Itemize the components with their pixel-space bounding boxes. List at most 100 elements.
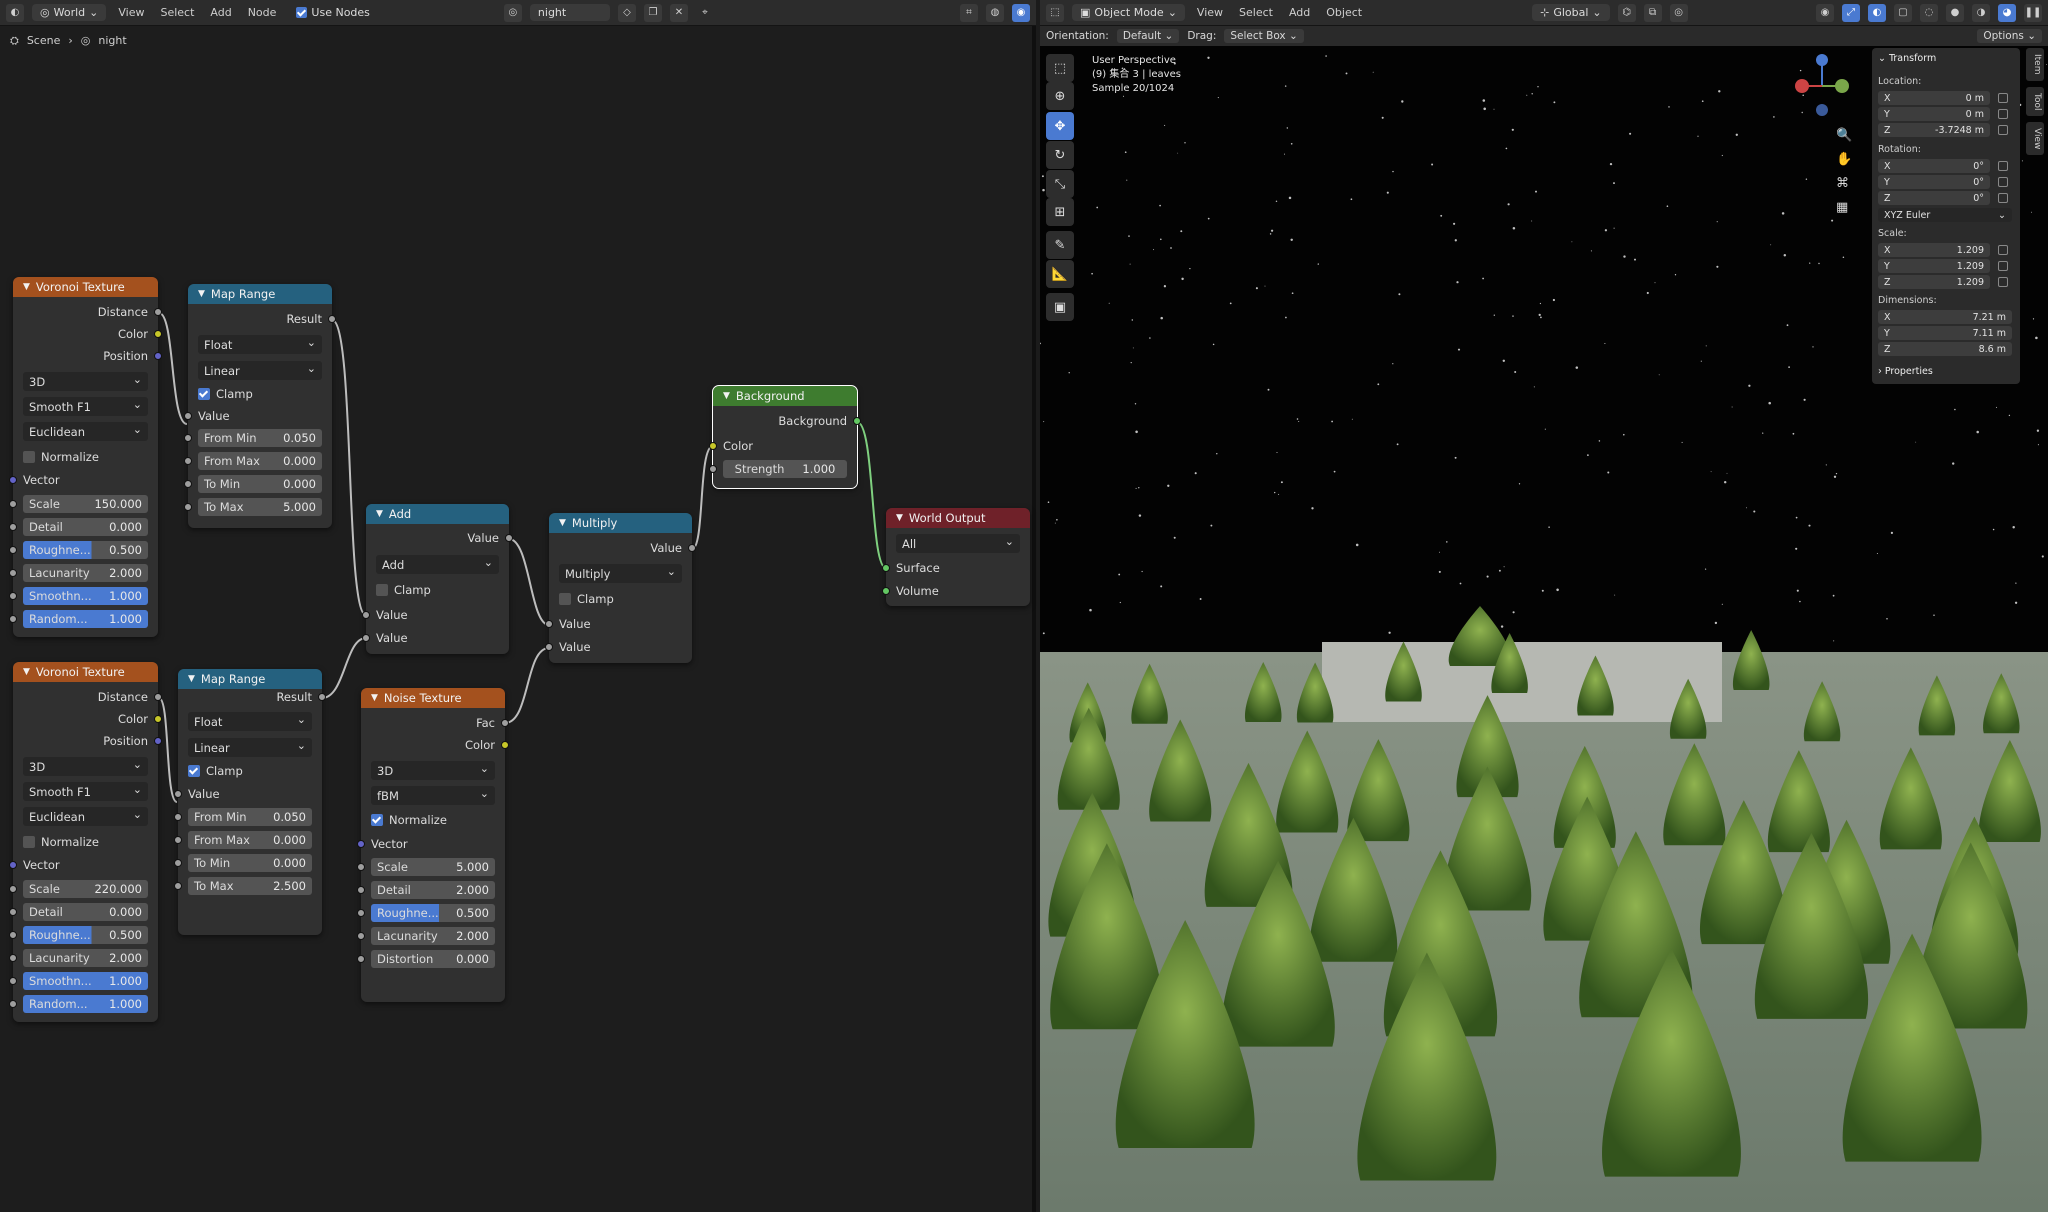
node-header[interactable]: ▼ Add bbox=[366, 504, 509, 524]
distortion-field[interactable]: Distortion 0.000 bbox=[357, 950, 495, 968]
color-socket[interactable] bbox=[709, 442, 717, 450]
cursor-tool-icon[interactable]: ⊕ bbox=[1046, 82, 1074, 110]
wireframe-shading-icon[interactable]: ◌ bbox=[1920, 3, 1938, 22]
chevron-down-icon[interactable]: ▼ bbox=[23, 667, 30, 677]
input-socket[interactable] bbox=[9, 1000, 17, 1008]
world-output-node[interactable]: ▼World Output All Surface Volume bbox=[882, 508, 1030, 606]
node-header[interactable]: ▼ Multiply bbox=[549, 513, 692, 533]
node-header[interactable]: ▼ Voronoi Texture bbox=[13, 277, 158, 297]
target-dropdown[interactable]: All bbox=[896, 534, 1020, 553]
snap-icon[interactable]: ⧉ bbox=[1643, 3, 1662, 22]
dimensions-z-field[interactable]: Z 8.6 m bbox=[1878, 342, 2012, 356]
input-socket[interactable] bbox=[174, 836, 182, 844]
input-socket[interactable] bbox=[174, 813, 182, 821]
color-socket[interactable] bbox=[501, 741, 509, 749]
input-socket[interactable] bbox=[9, 954, 17, 962]
math-multiply-node[interactable]: ▼Multiply Value Multiply Clamp Value Val… bbox=[545, 513, 696, 663]
scale-field[interactable]: Scale 5.000 bbox=[357, 858, 495, 876]
map-range-node-1[interactable]: ▼Map Range Result Float Linear Clamp Val… bbox=[184, 284, 336, 528]
scale-field[interactable]: Scale 220.000 bbox=[9, 880, 148, 898]
transform-tool-icon[interactable]: ⊞ bbox=[1046, 198, 1074, 226]
roughness-field[interactable]: Roughne... 0.500 bbox=[9, 541, 148, 559]
select-box-tool-icon[interactable]: ⬚ bbox=[1046, 54, 1074, 82]
snap-icon[interactable]: ⌗ bbox=[960, 3, 978, 22]
world-browse-icon[interactable]: ◎ bbox=[503, 3, 522, 22]
chevron-down-icon[interactable]: ▼ bbox=[896, 513, 903, 523]
x-axis-icon[interactable] bbox=[1795, 79, 1809, 93]
chevron-down-icon[interactable]: ▼ bbox=[376, 509, 383, 519]
pause-icon[interactable]: ❚❚ bbox=[2024, 3, 2042, 22]
feature-dropdown[interactable]: Smooth F1 bbox=[23, 782, 148, 801]
map-range-node-2[interactable]: ▼Map Range Result Float Linear Clamp Val… bbox=[174, 669, 326, 935]
duplicate-icon[interactable]: ❐ bbox=[643, 3, 662, 22]
input-socket[interactable] bbox=[174, 859, 182, 867]
operation-dropdown[interactable]: Multiply bbox=[559, 564, 682, 583]
menu-add[interactable]: Add bbox=[1285, 4, 1314, 21]
math-add-node[interactable]: ▼Add Value Add Clamp Value Value bbox=[362, 504, 513, 654]
lacunarity-field[interactable]: Lacunarity 2.000 bbox=[9, 949, 148, 967]
voronoi-texture-node-1[interactable]: ▼ Voronoi Texture Distance Color Position… bbox=[9, 277, 162, 637]
lacunarity-field[interactable]: Lacunarity 2.000 bbox=[357, 927, 495, 945]
input-socket[interactable] bbox=[9, 615, 17, 623]
scale-y-field[interactable]: Y 1.209 bbox=[1878, 259, 1990, 273]
node-header[interactable]: ▼ Map Range bbox=[178, 669, 322, 689]
from-min-field[interactable]: From Min 0.050 bbox=[184, 429, 322, 447]
rotation-x-field[interactable]: X 0° bbox=[1878, 159, 1990, 173]
node-header[interactable]: ▼ Background bbox=[713, 386, 857, 406]
lock-icon[interactable] bbox=[1998, 261, 2008, 271]
chevron-down-icon[interactable]: ▼ bbox=[559, 518, 566, 528]
strength-field[interactable]: Strength 1.000 bbox=[709, 460, 847, 478]
smoothness-field[interactable]: Smoothn... 1.000 bbox=[9, 587, 148, 605]
pan-icon[interactable]: ✋ bbox=[1836, 148, 1852, 172]
overlay-icon[interactable]: ◍ bbox=[986, 3, 1004, 22]
chevron-down-icon[interactable]: ▼ bbox=[198, 289, 205, 299]
menu-object[interactable]: Object bbox=[1322, 4, 1366, 21]
position-socket[interactable] bbox=[154, 352, 162, 360]
from-max-field[interactable]: From Max 0.000 bbox=[174, 831, 312, 849]
value-input-socket[interactable] bbox=[545, 643, 553, 651]
clamp-toggle[interactable]: Clamp bbox=[188, 385, 332, 403]
node-header[interactable]: ▼ Noise Texture bbox=[361, 688, 505, 708]
menu-node[interactable]: Node bbox=[244, 4, 281, 21]
normalize-toggle[interactable]: Normalize bbox=[13, 833, 158, 851]
chevron-down-icon[interactable]: ▼ bbox=[23, 282, 30, 292]
z-axis-icon[interactable] bbox=[1816, 54, 1828, 66]
detail-field[interactable]: Detail 0.000 bbox=[9, 518, 148, 536]
pivot-icon[interactable]: ⌬ bbox=[1617, 3, 1636, 22]
input-socket[interactable] bbox=[357, 955, 365, 963]
gizmo-icon[interactable]: ⤢ bbox=[1842, 3, 1860, 22]
roughness-field[interactable]: Roughne... 0.500 bbox=[9, 926, 148, 944]
input-socket[interactable] bbox=[184, 434, 192, 442]
to-max-field[interactable]: To Max 2.500 bbox=[174, 877, 312, 895]
value-output-socket[interactable] bbox=[505, 534, 513, 542]
use-nodes-toggle[interactable]: Use Nodes bbox=[288, 4, 378, 21]
from-min-field[interactable]: From Min 0.050 bbox=[174, 808, 312, 826]
menu-select[interactable]: Select bbox=[1235, 4, 1277, 21]
chevron-down-icon[interactable]: ▼ bbox=[371, 693, 378, 703]
pin-icon[interactable]: ⌖ bbox=[696, 4, 714, 22]
scale-tool-icon[interactable]: ⤡ bbox=[1046, 170, 1074, 198]
navigation-gizmo[interactable] bbox=[1790, 50, 1850, 120]
value-socket[interactable] bbox=[174, 790, 182, 798]
menu-view[interactable]: View bbox=[114, 4, 148, 21]
input-socket[interactable] bbox=[357, 932, 365, 940]
smoothness-field[interactable]: Smoothn... 1.000 bbox=[9, 972, 148, 990]
input-socket[interactable] bbox=[9, 523, 17, 531]
randomness-field[interactable]: Random... 1.000 bbox=[9, 995, 148, 1013]
vector-socket[interactable] bbox=[9, 476, 17, 484]
input-socket[interactable] bbox=[184, 503, 192, 511]
detail-field[interactable]: Detail 2.000 bbox=[357, 881, 495, 899]
to-max-field[interactable]: To Max 5.000 bbox=[184, 498, 322, 516]
voronoi-texture-node-2[interactable]: ▼ Voronoi Texture Distance Color Position… bbox=[9, 662, 162, 1022]
interpolation-dropdown[interactable]: Linear bbox=[188, 738, 312, 757]
roughness-field[interactable]: Roughne... 0.500 bbox=[357, 904, 495, 922]
rotation-y-field[interactable]: Y 0° bbox=[1878, 175, 1990, 189]
distance-socket[interactable] bbox=[154, 308, 162, 316]
xray-icon[interactable]: ▢ bbox=[1894, 3, 1912, 22]
measure-tool-icon[interactable]: 📐 bbox=[1046, 260, 1074, 288]
node-header[interactable]: ▼ World Output bbox=[886, 508, 1030, 528]
location-z-field[interactable]: Z -3.7248 m bbox=[1878, 123, 1990, 137]
move-tool-icon[interactable]: ✥ bbox=[1046, 112, 1074, 140]
proportional-edit-icon[interactable]: ◎ bbox=[1669, 3, 1688, 22]
location-x-field[interactable]: X0 m bbox=[1878, 91, 1990, 105]
